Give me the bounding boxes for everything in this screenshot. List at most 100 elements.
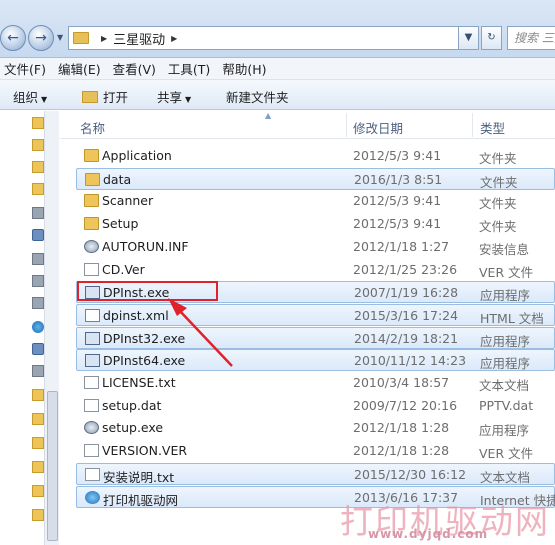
- column-headers: ▲ 名称 修改日期 类型: [60, 111, 555, 139]
- new-folder-button[interactable]: 新建文件夹: [226, 87, 289, 106]
- file-row[interactable]: DPInst32.exe 2014/2/19 18:21 应用程序: [76, 326, 555, 349]
- file-row[interactable]: setup.exe 2012/1/18 1:28 应用程序: [76, 417, 555, 439]
- scrollbar-thumb[interactable]: [47, 391, 58, 541]
- folder-icon[interactable]: [32, 485, 44, 497]
- file-name: Setup: [102, 216, 139, 232]
- drive-icon[interactable]: [32, 275, 44, 287]
- file-row[interactable]: AUTORUN.INF 2012/1/18 1:27 安装信息: [76, 236, 555, 258]
- menu-file[interactable]: 文件(F): [4, 59, 46, 78]
- document-icon: [85, 467, 100, 481]
- settings-file-icon: [84, 239, 99, 253]
- menu-bar: 文件(F) 编辑(E) 查看(V) 工具(T) 帮助(H): [0, 58, 555, 80]
- folder-icon: [84, 149, 99, 162]
- address-history-button[interactable]: ▼: [458, 26, 479, 50]
- file-row[interactable]: DPInst64.exe 2010/11/12 14:23 应用程序: [76, 349, 555, 372]
- back-button[interactable]: ←: [0, 25, 26, 51]
- file-type: 应用程序: [480, 333, 531, 349]
- html-document-icon: [85, 308, 100, 322]
- arrow-right-icon: →: [35, 30, 47, 46]
- file-name: 安装说明.txt: [103, 469, 175, 485]
- file-modified: 2012/5/3 9:41: [353, 216, 442, 232]
- organize-label: 组织: [13, 90, 39, 105]
- arrow-left-icon: ←: [7, 30, 19, 46]
- column-header-type[interactable]: 类型: [480, 118, 505, 137]
- breadcrumb-separator-icon[interactable]: ▶: [171, 34, 177, 43]
- column-header-name[interactable]: 名称: [80, 118, 105, 137]
- file-type: 安装信息: [479, 241, 530, 257]
- file-modified: 2012/1/25 23:26: [353, 261, 458, 277]
- folder-icon[interactable]: [32, 413, 44, 425]
- recycle-bin-icon[interactable]: [32, 365, 44, 377]
- internet-shortcut-icon: [85, 490, 100, 504]
- nav-scrollbar[interactable]: [44, 111, 59, 545]
- sort-ascending-icon: ▲: [265, 111, 272, 120]
- folder-open-icon: [82, 91, 98, 103]
- refresh-button[interactable]: ↻: [481, 26, 502, 50]
- control-panel-icon[interactable]: [32, 343, 44, 355]
- folder-icon[interactable]: [32, 509, 44, 521]
- folder-icon: [84, 217, 99, 231]
- chevron-down-icon: ▼: [185, 95, 192, 104]
- file-row[interactable]: Setup 2012/5/3 9:41 文件夹: [76, 213, 555, 235]
- share-button[interactable]: 共享 ▼: [157, 87, 191, 106]
- file-row[interactable]: LICENSE.txt 2010/3/4 18:57 文本文档: [76, 372, 555, 394]
- menu-view[interactable]: 查看(V): [113, 59, 156, 78]
- organize-button[interactable]: 组织 ▼: [13, 87, 47, 106]
- folder-icon[interactable]: [32, 183, 44, 195]
- column-divider[interactable]: [472, 113, 473, 137]
- file-type: VER 文件: [479, 446, 534, 462]
- file-name: setup.exe: [102, 420, 164, 436]
- file-name: data: [103, 171, 132, 187]
- recent-pages-dropdown-icon[interactable]: ▼: [57, 33, 63, 42]
- file-name: setup.dat: [102, 397, 162, 413]
- folder-icon[interactable]: [32, 461, 44, 473]
- open-button[interactable]: 打开: [82, 87, 128, 106]
- folder-icon[interactable]: [32, 161, 44, 173]
- watermark-url: www.dyjqd.com: [368, 527, 489, 541]
- settings-file-icon: [84, 421, 99, 435]
- menu-edit[interactable]: 编辑(E): [58, 59, 101, 78]
- folder-icon: [84, 194, 99, 208]
- breadcrumb-separator-icon[interactable]: ▶: [101, 34, 107, 43]
- file-row[interactable]: Application 2012/5/3 9:41 文件夹: [76, 145, 555, 167]
- file-type: HTML 文档: [480, 310, 544, 326]
- file-row[interactable]: VERSION.VER 2012/1/18 1:28 VER 文件: [76, 440, 555, 462]
- file-type: 文件夹: [479, 219, 517, 235]
- file-row[interactable]: Scanner 2012/5/3 9:41 文件夹: [76, 190, 555, 212]
- drive-icon[interactable]: [32, 253, 44, 265]
- file-row[interactable]: CD.Ver 2012/1/25 23:26 VER 文件: [76, 259, 555, 281]
- command-bar: 组织 ▼ 打开 共享 ▼ 新建文件夹: [0, 80, 555, 110]
- column-divider[interactable]: [346, 113, 347, 137]
- breadcrumb-item[interactable]: 三星驱动: [113, 29, 165, 48]
- file-modified: 2012/1/18 1:28: [353, 443, 450, 459]
- computer-icon[interactable]: [32, 229, 44, 241]
- forward-button[interactable]: →: [28, 25, 54, 51]
- folder-icon[interactable]: [32, 389, 44, 401]
- file-row[interactable]: setup.dat 2009/7/12 20:16 PPTV.dat: [76, 395, 555, 417]
- search-input[interactable]: 搜索 三星: [507, 26, 555, 50]
- file-name: dpinst.xml: [103, 307, 169, 323]
- file-row[interactable]: dpinst.xml 2015/3/16 17:24 HTML 文档: [76, 303, 555, 326]
- drive-icon[interactable]: [32, 297, 44, 309]
- document-icon: [84, 262, 99, 276]
- file-row[interactable]: 安装说明.txt 2015/12/30 16:12 文本文档: [76, 462, 555, 485]
- file-name: AUTORUN.INF: [102, 238, 189, 254]
- file-row[interactable]: data 2016/1/3 8:51 文件夹: [76, 167, 555, 190]
- menu-tools[interactable]: 工具(T): [168, 59, 210, 78]
- chevron-down-icon: ▼: [41, 95, 48, 104]
- menu-help[interactable]: 帮助(H): [222, 59, 266, 78]
- folder-icon[interactable]: [32, 117, 44, 129]
- file-modified: 2007/1/19 16:28: [354, 285, 459, 301]
- file-modified: 2012/1/18 1:27: [353, 238, 450, 254]
- archive-icon[interactable]: [32, 207, 44, 219]
- column-header-modified[interactable]: 修改日期: [353, 118, 403, 137]
- file-modified: 2010/11/12 14:23: [354, 353, 467, 369]
- refresh-icon: ↻: [487, 32, 496, 43]
- chevron-down-icon: ▼: [464, 32, 473, 43]
- file-name: Scanner: [102, 193, 154, 209]
- folder-icon[interactable]: [32, 139, 44, 151]
- folder-icon[interactable]: [32, 437, 44, 449]
- address-field[interactable]: ▶ 三星驱动 ▶: [68, 26, 476, 50]
- network-icon[interactable]: [32, 321, 44, 333]
- file-name: DPInst64.exe: [103, 353, 186, 369]
